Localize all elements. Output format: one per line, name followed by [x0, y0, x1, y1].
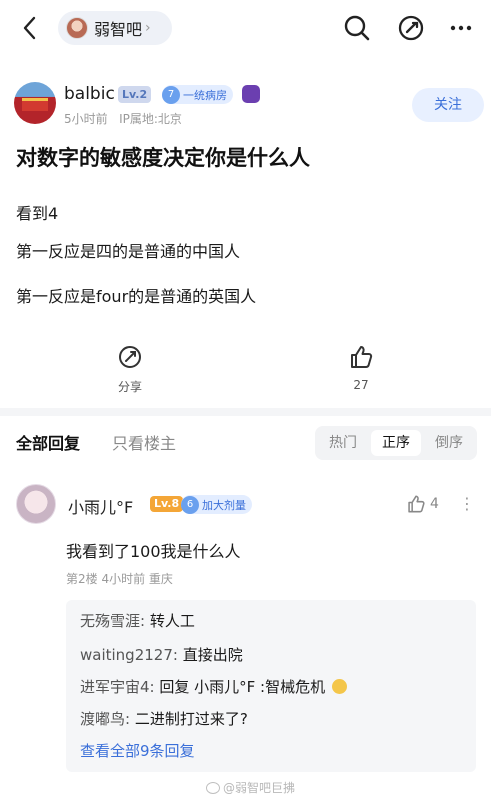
sort-descending[interactable]: 倒序 [424, 430, 474, 456]
like-button[interactable]: 27 [331, 344, 391, 392]
member-gem-icon [242, 85, 260, 103]
watermark: @弱智吧巨拂 [205, 779, 295, 796]
share-button[interactable]: 分享 [100, 344, 160, 395]
tab-op-only[interactable]: 只看楼主 [112, 430, 176, 454]
reply-text: 我看到了100我是什么人 [66, 542, 241, 561]
forum-name: 弱智吧 [94, 20, 143, 39]
level-badge: Lv.2 [118, 86, 152, 103]
sort-toggle: 热门 正序 倒序 [315, 426, 477, 460]
sub-reply-user: waiting2127: [80, 646, 178, 664]
emoji-icon [331, 679, 347, 694]
section-divider [0, 408, 491, 416]
top-bar: 弱智吧 › [0, 0, 491, 58]
sub-replies: 无殇雪涯: 转人工 waiting2127: 直接出院 进军宇宙4: 回复 小雨… [66, 600, 476, 772]
badge-number: 6 [181, 495, 199, 514]
avatar[interactable] [16, 484, 56, 524]
post-ip: IP属地:北京 [119, 112, 182, 126]
like-count: 27 [353, 378, 369, 392]
thumbs-up-icon [351, 346, 373, 368]
forum-avatar-icon [66, 17, 88, 39]
sub-reply[interactable]: 渡嘟鸟: 二进制打过来了? [80, 708, 248, 729]
post-author: balbic Lv.2 7 一统病房 5小时前 IP属地:北京 关注 [14, 80, 484, 128]
badge-label: 一统病房 [183, 88, 227, 102]
sub-reply-text: 二进制打过来了? [134, 710, 248, 728]
sort-ascending[interactable]: 正序 [371, 430, 421, 456]
forum-pill[interactable]: 弱智吧 › [58, 11, 172, 45]
reply-like-count: 4 [430, 496, 439, 512]
badge-number: 7 [162, 85, 180, 104]
sub-reply-text: 直接出院 [182, 646, 243, 664]
sub-reply[interactable]: waiting2127: 直接出院 [80, 644, 243, 665]
back-arrow-icon[interactable] [18, 14, 42, 42]
share-icon [119, 346, 141, 368]
post-time: 5小时前 [64, 112, 108, 126]
sub-reply-text: 回复 小雨儿°F :智械危机 [159, 678, 326, 696]
post-title: 对数字的敏感度决定你是什么人 [16, 146, 310, 170]
sub-reply[interactable]: 进军宇宙4: 回复 小雨儿°F :智械危机 [80, 676, 347, 697]
sub-reply-text: 转人工 [149, 612, 195, 630]
post-line: 看到4 [16, 204, 59, 223]
post-meta: 5小时前 IP属地:北京 [64, 110, 182, 127]
share-label: 分享 [117, 380, 142, 394]
reply-more-icon[interactable]: ⋮ [459, 494, 475, 513]
title-badge: 6 加大剂量 [181, 495, 252, 514]
reply-meta: 第2楼 4小时前 重庆 [66, 572, 173, 586]
follow-button[interactable]: 关注 [412, 88, 484, 122]
post-line: 第一反应是four的是普通的英国人 [16, 287, 257, 306]
watermark-text: @弱智吧巨拂 [222, 781, 295, 795]
tab-all-replies[interactable]: 全部回复 [16, 430, 80, 454]
sub-reply[interactable]: 无殇雪涯: 转人工 [80, 610, 195, 631]
reply-user[interactable]: 小雨儿°F [68, 494, 133, 518]
thumbs-up-icon [408, 495, 425, 513]
sub-reply-user: 渡嘟鸟: [80, 710, 131, 728]
title-badge: 7 一统病房 [162, 85, 233, 104]
weibo-icon [205, 781, 220, 794]
reply-like-button[interactable]: 4 [406, 494, 439, 514]
chevron-right-icon: › [145, 20, 151, 36]
view-all-replies-link[interactable]: 查看全部9条回复 [80, 740, 195, 761]
reply-tabs: 全部回复 只看楼主 热门 正序 倒序 [0, 420, 491, 464]
author-name[interactable]: balbic [64, 84, 115, 104]
more-icon[interactable] [446, 13, 476, 43]
sub-reply-user: 进军宇宙4: [80, 678, 155, 696]
search-icon[interactable] [342, 13, 372, 43]
sub-reply-user: 无殇雪涯: [80, 612, 146, 630]
level-badge: Lv.8 [150, 496, 184, 512]
post-line: 第一反应是四的是普通的中国人 [16, 242, 241, 261]
sort-hot[interactable]: 热门 [318, 430, 368, 456]
badge-label: 加大剂量 [202, 498, 246, 512]
avatar[interactable] [14, 82, 56, 124]
edit-icon[interactable] [396, 13, 426, 43]
